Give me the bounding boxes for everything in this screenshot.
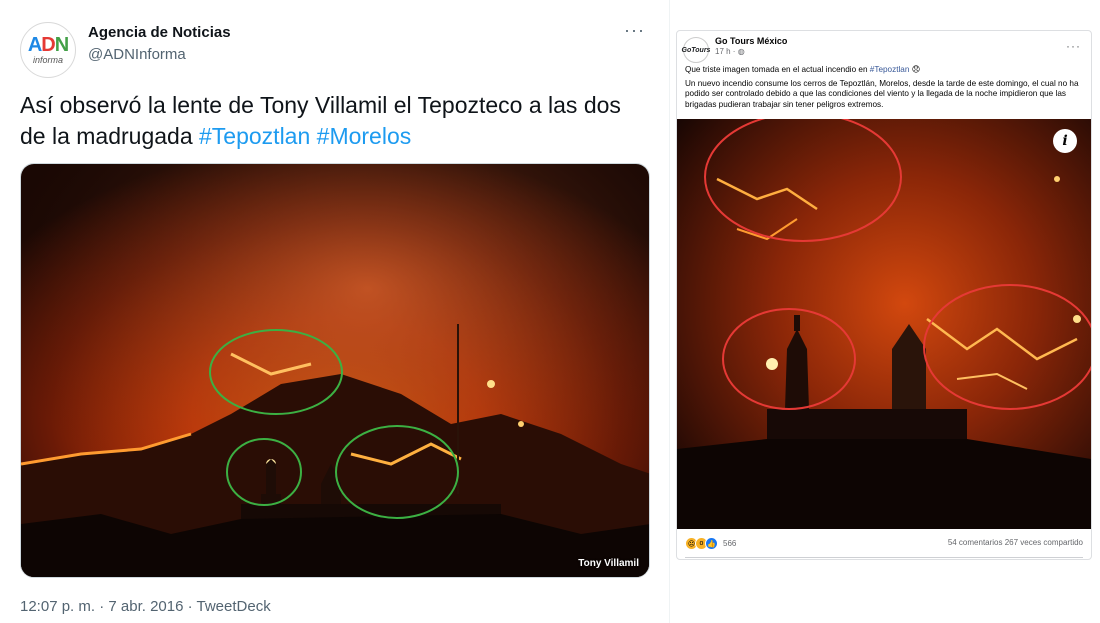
info-button[interactable]: i xyxy=(1053,129,1077,153)
hashtag-tepoztlan[interactable]: #Tepoztlan xyxy=(199,123,310,149)
tweet-text: Así observó la lente de Tony Villamil el… xyxy=(20,90,650,152)
caption-body: Un nuevo incendio consume los cerros de … xyxy=(685,78,1079,109)
globe-icon: ◍ xyxy=(737,47,745,56)
footer-divider xyxy=(685,557,1083,558)
caption-first-line: Que triste imagen tomada en el actual in… xyxy=(685,65,1085,76)
author-handle[interactable]: @ADNInforma xyxy=(88,46,186,63)
post-caption: Que triste imagen tomada en el actual in… xyxy=(685,65,1085,110)
adn-logo: ADN xyxy=(27,34,69,56)
facebook-post-card: GoTours Go Tours México 17 h · ◍ ··· Que… xyxy=(676,30,1092,560)
logo-letter-a: A xyxy=(27,34,42,56)
fire-night-photo xyxy=(21,164,649,577)
author-avatar[interactable]: ADN informa xyxy=(20,22,76,78)
logo-letter-n: N xyxy=(54,34,69,56)
comments-shares-stats[interactable]: 54 comentarios 267 veces compartido xyxy=(948,538,1083,547)
sad-emoji: 😞 xyxy=(911,65,921,74)
caption-prefix: Que triste imagen tomada en el actual in… xyxy=(685,65,870,74)
post-footer: ☹ o 👍 566 54 comentarios 267 veces compa… xyxy=(677,533,1091,558)
post-time-text: 17 h · xyxy=(715,47,738,56)
reactions-summary[interactable]: ☹ o 👍 566 xyxy=(685,537,736,550)
logo-letter-d: D xyxy=(41,34,55,56)
photo-credit: Tony Villamil xyxy=(578,558,639,569)
tweet-card: ADN informa Agencia de Noticias @ADNInfo… xyxy=(0,0,670,623)
logo-subtitle: informa xyxy=(32,55,63,65)
caption-hashtag[interactable]: #Tepoztlan xyxy=(870,65,910,74)
page-name[interactable]: Go Tours México xyxy=(715,36,787,46)
tweet-timestamp[interactable]: 12:07 p. m. · 7 abr. 2016 · TweetDeck xyxy=(20,598,271,615)
more-options-button[interactable]: ··· xyxy=(624,20,645,41)
author-name[interactable]: Agencia de Noticias xyxy=(88,24,231,41)
like-reaction-icon: 👍 xyxy=(705,537,718,550)
post-photo[interactable]: i xyxy=(677,119,1091,529)
post-more-button[interactable]: ··· xyxy=(1066,39,1081,53)
page-avatar[interactable]: GoTours xyxy=(682,37,710,63)
tweet-photo[interactable]: Tony Villamil xyxy=(20,163,650,578)
reaction-count: 566 xyxy=(723,539,737,548)
hashtag-morelos[interactable]: #Morelos xyxy=(317,123,412,149)
post-time[interactable]: 17 h · ◍ xyxy=(715,47,745,56)
fire-church-photo xyxy=(677,119,1091,529)
